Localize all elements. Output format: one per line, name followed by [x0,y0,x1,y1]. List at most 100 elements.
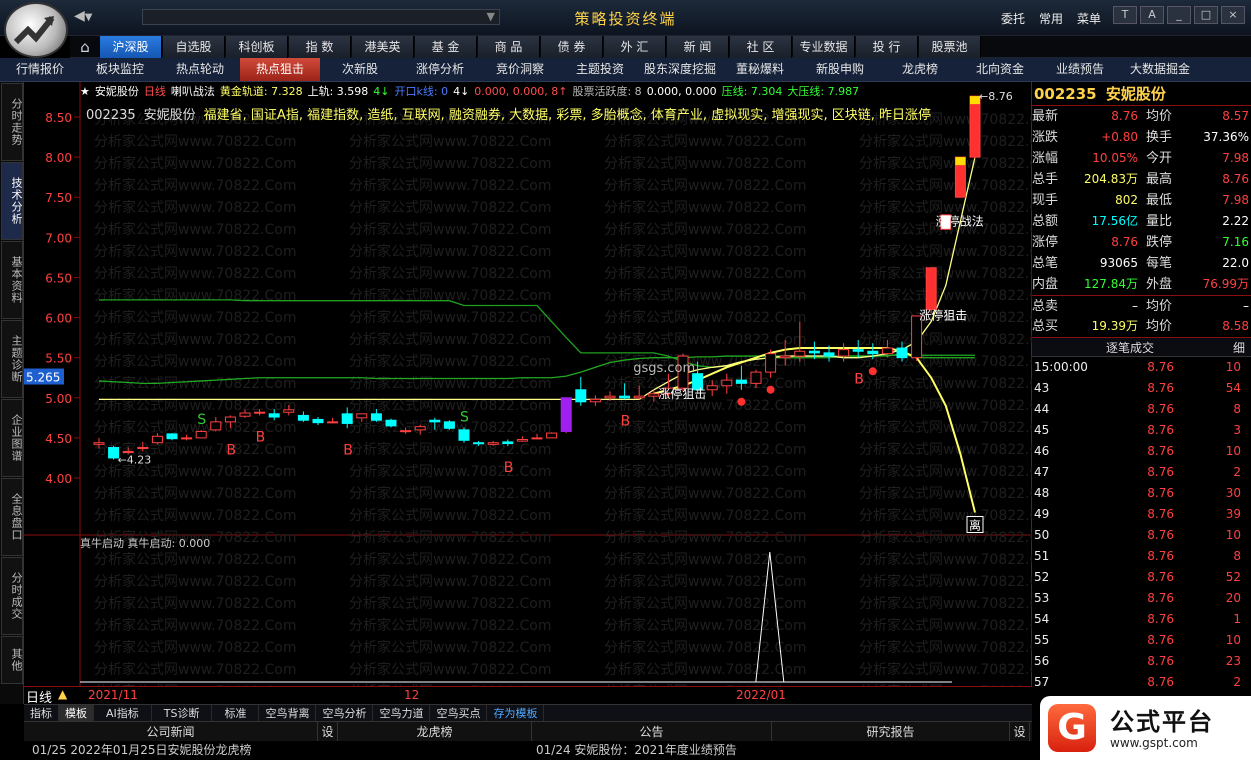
tab-time-sales[interactable]: 分时成交 [1,557,23,635]
text-mode-button[interactable]: T [1113,6,1137,24]
subnav-quotes[interactable]: 行情报价 [0,58,80,81]
app-logo[interactable] [4,2,68,58]
tab-company-graph[interactable]: 企业图谱 [1,399,23,477]
subnav-shareholder[interactable]: 股东深度挖掘 [640,58,720,81]
candle-body [283,409,295,413]
subnav-dragon-tiger[interactable]: 龙虎榜 [880,58,960,81]
quote-label: 均价 [1146,319,1173,334]
detail-toggle[interactable]: 细 [1233,338,1245,358]
menu-pro-data[interactable]: 专业数据 [793,36,855,58]
btab-ai[interactable]: AI指标 [94,705,152,722]
back-arrow-icon[interactable]: ◀ [74,8,85,24]
btab-divergence[interactable]: 空鸟背离 [259,705,317,722]
address-box[interactable]: ▼ [142,9,500,25]
news-settings-button-2[interactable]: 设 [1010,722,1030,742]
info-item: 安妮股份 [94,85,139,98]
trade-volume: 10 [1225,360,1241,374]
subnav-hot-snipe[interactable]: 热点狙击 [240,58,320,81]
watermark-text: 分析家公式网www.70822.Com [349,573,551,590]
subnav-earnings[interactable]: 业绩预告 [1040,58,1120,81]
subnav-limit-up[interactable]: 涨停分析 [400,58,480,81]
tab-fundamentals[interactable]: 基本资料 [1,241,23,319]
info-item: 0.000, 0.000, 8↑ [474,85,568,98]
quote-value: 76.99万 [1202,277,1249,291]
news-tab-company[interactable]: 公司新闻 [24,722,318,742]
menu-kechuang[interactable]: 科创板 [226,36,288,58]
watermark-text: 分析家公式网www.70822.Com [604,265,806,282]
trade-volume: 10 [1225,633,1241,647]
candle-body [619,395,631,399]
menu-commodity[interactable]: 商 品 [478,36,540,58]
news-settings-button[interactable]: 设 [318,722,338,742]
tab-diagnosis[interactable]: 主题诊断 [1,320,23,398]
subnav-northbound[interactable]: 北向资金 [960,58,1040,81]
menu-hk-us[interactable]: 港美英 [352,36,414,58]
kline-chart[interactable]: 分析家公式网www.70822.Com 分析家公式网www.70822.Com 分析… [24,82,1032,704]
watermark-text: 分析家公式网www.70822.Com [859,287,1032,304]
candle-body [239,412,251,417]
chevron-down-icon[interactable]: ▼ [85,12,93,23]
subnav-bigdata[interactable]: 大数据掘金 [1120,58,1200,81]
news-tab-dragon-tiger[interactable]: 龙虎榜 [338,722,532,742]
menu-zixuan[interactable]: 自选股 [163,36,225,58]
subnav-hot-rotation[interactable]: 热点轮动 [160,58,240,81]
nav-arrows[interactable]: ◀▼ [74,8,116,28]
btab-buy-point[interactable]: 空鸟买点 [430,705,488,722]
minimize-button[interactable]: _ [1167,6,1191,24]
trade-time: 52 [1034,570,1050,584]
menu-fund[interactable]: 基 金 [415,36,477,58]
menu-bond[interactable]: 债 券 [541,36,603,58]
tab-technical[interactable]: 技术分析 [1,162,23,240]
watermark-text: 分析家公式网www.70822.Com [604,529,806,546]
news-tab-research[interactable]: 研究报告 [772,722,1010,742]
link-menu[interactable]: 菜单 [1077,10,1101,27]
menu-index[interactable]: 指 数 [289,36,351,58]
news-tab-announcement[interactable]: 公告 [532,722,772,742]
high-price-label: ←8.76 [979,90,1013,103]
news-item[interactable]: 01/25 2022年01月25日安妮股份龙虎榜 [32,741,251,760]
y-tick-label: 7.00 [45,231,72,245]
subnav-new-stocks[interactable]: 次新股 [320,58,400,81]
btab-force[interactable]: 空鸟力道 [373,705,431,722]
tab-orderbook[interactable]: 全息盘口 [1,478,23,556]
close-button[interactable]: × [1221,6,1245,24]
subnav-auction[interactable]: 竞价洞察 [480,58,560,81]
menu-stock-pool[interactable]: 股票池 [919,36,981,58]
link-weituo[interactable]: 委托 [1001,10,1025,27]
watermark-text: 分析家公式网www.70822.Com [94,353,296,370]
news-item[interactable]: 01/24 安妮股份：2021年度业绩预告 [536,741,737,760]
menu-hushen[interactable]: 沪深股 [100,36,162,58]
btab-analysis[interactable]: 空鸟分析 [316,705,374,722]
menu-forex[interactable]: 外 汇 [604,36,666,58]
link-changyong[interactable]: 常用 [1039,10,1063,27]
candle-body [224,416,236,423]
watermark-text: 分析家公式网www.70822.Com [604,639,806,656]
btab-standard[interactable]: 标准 [212,705,260,722]
menu-investment-bank[interactable]: 投 行 [856,36,918,58]
dropdown-arrow-icon[interactable]: ▼ [487,10,495,23]
period-arrow-icon[interactable]: ▲ [58,687,67,701]
btab-save-template[interactable]: 存为模板 [487,705,545,722]
menu-community[interactable]: 社 区 [730,36,792,58]
trades-title[interactable]: 逐笔成交 [1106,338,1154,358]
btab-indicator[interactable]: 指标 [24,705,59,722]
subnav-sector-monitor[interactable]: 板块监控 [80,58,160,81]
subnav-ipo[interactable]: 新股申购 [800,58,880,81]
menu-news[interactable]: 新 闻 [667,36,729,58]
buy-marker: B [621,413,631,429]
signal-dot [737,397,746,406]
maximize-button[interactable]: □ [1194,6,1218,24]
quote-row: 涨跌 +0.80 换手 37.36% [1032,127,1251,148]
candle-body [794,350,806,357]
chart-canvas[interactable]: 分析家公式网www.70822.Com 分析家公式网www.70822.Com 分析… [24,82,1032,704]
tab-other[interactable]: 其他 [1,636,23,684]
btab-template[interactable]: 模板 [59,705,94,722]
trade-volume: 30 [1225,486,1241,500]
subnav-secretary[interactable]: 董秘爆料 [720,58,800,81]
subnav-theme[interactable]: 主题投资 [560,58,640,81]
btab-ts[interactable]: TS诊断 [152,705,213,722]
home-icon[interactable]: ⌂ [70,36,100,58]
quote-label: 最高 [1146,172,1173,187]
font-button[interactable]: A [1140,6,1164,24]
tab-intraday[interactable]: 分时走势 [1,83,23,161]
